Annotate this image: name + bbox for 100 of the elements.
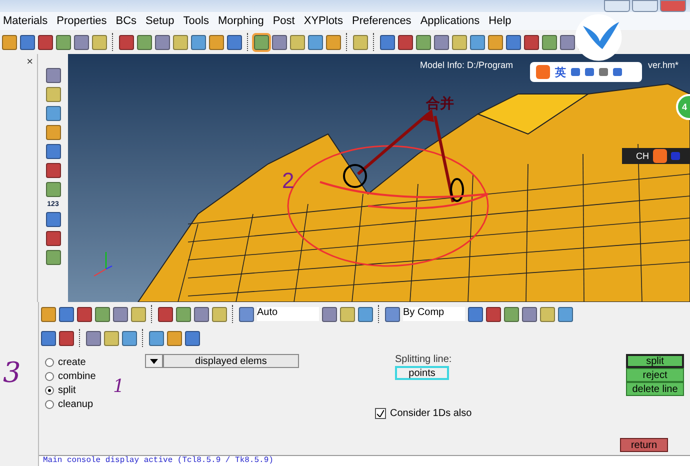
menu-item[interactable]: BCs (116, 15, 137, 27)
tool-icon[interactable] (434, 34, 449, 50)
tool-icon[interactable] (322, 306, 337, 322)
menu-item[interactable]: XYPlots (304, 15, 343, 27)
tool-icon[interactable] (358, 306, 373, 322)
tool-icon[interactable] (524, 34, 539, 50)
tool-icon[interactable] (398, 34, 413, 50)
tool-icon[interactable] (95, 306, 110, 322)
tool-icon[interactable] (113, 306, 128, 322)
selector-button[interactable]: displayed elems (163, 354, 299, 368)
tool-icon[interactable] (104, 330, 119, 346)
tool-icon[interactable] (380, 34, 395, 50)
tool-icon[interactable] (340, 306, 355, 322)
tool-icon[interactable] (46, 250, 60, 265)
consider-checkbox[interactable]: Consider 1Ds also (375, 408, 472, 419)
dropdown-button[interactable] (145, 354, 163, 368)
tool-icon[interactable] (212, 306, 227, 322)
tool-icon[interactable] (41, 306, 56, 322)
tool-icon[interactable] (46, 182, 60, 197)
menu-item[interactable]: Applications (420, 15, 480, 27)
action-button[interactable]: split (626, 354, 684, 368)
tool-icon[interactable] (46, 212, 60, 227)
tool-icon[interactable] (308, 34, 323, 50)
tool-icon[interactable] (504, 306, 519, 322)
language-label[interactable]: CH (636, 151, 649, 161)
tool-icon[interactable] (59, 330, 74, 346)
tool-icon[interactable] (92, 34, 107, 50)
display-mode-dropdown[interactable]: Auto (257, 307, 319, 321)
action-button[interactable]: delete line (626, 382, 684, 396)
tool-icon[interactable] (86, 330, 101, 346)
tool-icon[interactable] (41, 330, 56, 346)
restore-button[interactable] (632, 0, 658, 12)
annotation-number: 2 (282, 168, 294, 193)
tool-icon[interactable] (176, 306, 191, 322)
tool-icon[interactable] (46, 231, 60, 246)
menu-item[interactable]: Properties (56, 15, 107, 27)
tool-icon[interactable] (560, 34, 575, 50)
tool-icon[interactable] (155, 34, 170, 50)
model-info-text: Model Info: D:/Program (420, 60, 514, 70)
radio-option[interactable]: cleanup (45, 398, 145, 411)
tool-icon[interactable] (209, 34, 224, 50)
tool-icon[interactable] (59, 306, 74, 322)
tool-icon[interactable] (385, 306, 400, 322)
menu-item[interactable]: Morphing (218, 15, 264, 27)
tool-icon[interactable] (149, 330, 164, 346)
tool-icon[interactable] (191, 34, 206, 50)
ime-label[interactable]: 英 (555, 64, 566, 80)
tool-icon[interactable] (173, 34, 188, 50)
close-icon[interactable]: × (26, 56, 33, 68)
points-button[interactable]: points (395, 366, 449, 380)
tool-icon[interactable] (46, 125, 60, 140)
color-mode-dropdown[interactable]: By Comp (403, 307, 465, 321)
minimize-button[interactable] (604, 0, 630, 12)
tool-icon[interactable] (290, 34, 305, 50)
tool-icon[interactable] (272, 34, 287, 50)
tool-icon[interactable] (185, 330, 200, 346)
menu-item[interactable]: Preferences (352, 15, 412, 27)
tool-icon[interactable] (38, 34, 53, 50)
return-button[interactable]: return (620, 438, 668, 452)
tool-icon[interactable] (353, 34, 368, 50)
handwritten-number: 1 (113, 376, 124, 397)
radio-option[interactable]: create (45, 356, 145, 369)
tool-icon[interactable] (522, 306, 537, 322)
tool-icon[interactable] (452, 34, 467, 50)
tool-icon[interactable] (542, 34, 557, 50)
tool-icon[interactable] (239, 306, 254, 322)
tool-icon[interactable] (119, 34, 134, 50)
tool-icon[interactable] (56, 34, 71, 50)
tool-icon[interactable] (46, 144, 60, 159)
tool-icon[interactable] (488, 34, 503, 50)
tool-icon[interactable] (158, 306, 173, 322)
axis-triad-icon (94, 252, 112, 276)
tool-icon[interactable] (227, 34, 242, 50)
tool-icon[interactable] (122, 330, 137, 346)
tool-icon[interactable] (46, 163, 60, 178)
tool-icon[interactable] (77, 306, 92, 322)
tool-icon[interactable] (468, 306, 483, 322)
menu-item[interactable]: Setup (146, 15, 174, 27)
tool-icon[interactable] (416, 34, 431, 50)
action-button[interactable]: reject (626, 368, 684, 382)
tool-icon[interactable] (20, 34, 35, 50)
tool-icon[interactable] (470, 34, 485, 50)
tool-icon[interactable] (540, 306, 555, 322)
tool-icon[interactable] (46, 68, 60, 83)
menu-item[interactable]: Help (488, 15, 512, 27)
tool-icon[interactable] (137, 34, 152, 50)
tool-icon[interactable] (194, 306, 209, 322)
menu-item[interactable]: Post (272, 15, 295, 27)
tool-icon[interactable] (167, 330, 182, 346)
menu-item[interactable]: Tools (183, 15, 209, 27)
tool-icon[interactable] (558, 306, 573, 322)
tool-icon[interactable] (486, 306, 501, 322)
tool-icon[interactable] (46, 106, 60, 121)
menu-item[interactable]: Materials (3, 15, 48, 27)
tool-icon[interactable] (2, 34, 17, 50)
tool-icon[interactable] (46, 87, 60, 102)
tool-icon[interactable] (131, 306, 146, 322)
tool-icon[interactable] (74, 34, 89, 50)
tool-icon[interactable] (326, 34, 341, 50)
tool-icon[interactable] (506, 34, 521, 50)
